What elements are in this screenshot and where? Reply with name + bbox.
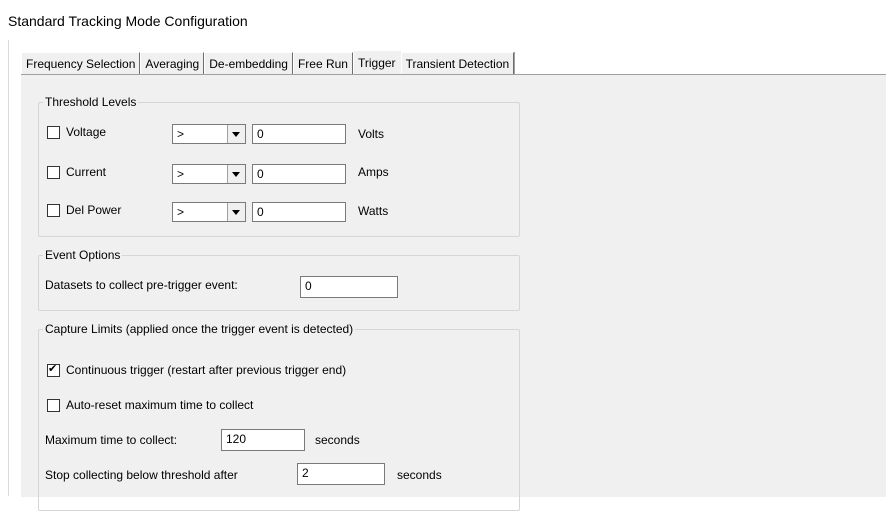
voltage-checkbox[interactable] [47,126,60,139]
voltage-value-input[interactable]: 0 [252,124,346,144]
chevron-down-icon[interactable] [227,165,245,183]
chevron-down-icon[interactable] [227,203,245,221]
max-time-value: 120 [226,432,247,446]
current-checkbox[interactable] [47,166,60,179]
max-time-unit: seconds [315,433,360,447]
tab-de-embedding[interactable]: De-embedding [204,52,293,75]
current-operator-value: > [177,167,185,181]
pretrigger-input[interactable]: 0 [300,276,398,298]
left-divider [8,40,9,496]
tab-frequency-selection[interactable]: Frequency Selection [21,52,141,75]
pretrigger-value: 0 [305,279,312,293]
threshold-levels-group: Threshold Levels Voltage > 0 Volts Curre… [38,95,520,237]
max-time-input[interactable]: 120 [221,429,305,451]
current-value: 0 [257,167,264,181]
auto-reset-label: Auto-reset maximum time to collect [66,398,254,412]
tab-free-run[interactable]: Free Run [292,52,353,75]
continuous-trigger-checkbox[interactable] [47,362,60,377]
del-power-label: Del Power [66,203,122,217]
continuous-trigger-label: Continuous trigger (restart after previo… [66,363,347,377]
pretrigger-label: Datasets to collect pre-trigger event: [45,278,238,292]
capture-limits-title: Capture Limits (applied once the trigger… [43,322,356,336]
current-label: Current [66,165,107,179]
voltage-unit: Volts [358,127,385,141]
window-title: Standard Tracking Mode Configuration [8,13,248,29]
del-power-value-input[interactable]: 0 [252,202,346,222]
del-power-checkbox[interactable] [47,204,60,217]
stop-collecting-label: Stop collecting below threshold after [45,468,238,482]
del-power-operator-value: > [177,205,185,219]
voltage-value: 0 [257,127,264,141]
tab-strip: Frequency Selection Averaging De-embeddi… [21,50,515,75]
tab-averaging[interactable]: Averaging [140,52,205,75]
threshold-levels-title: Threshold Levels [43,95,139,109]
stop-collecting-value: 2 [302,466,309,480]
capture-limits-group: Capture Limits (applied once the trigger… [38,322,520,511]
del-power-value: 0 [257,205,264,219]
current-value-input[interactable]: 0 [252,164,346,184]
chevron-down-icon[interactable] [227,125,245,143]
del-power-operator-select[interactable]: > [172,202,246,222]
voltage-label: Voltage [66,125,107,139]
voltage-operator-value: > [177,127,185,141]
event-options-group: Event Options Datasets to collect pre-tr… [38,248,520,311]
event-options-title: Event Options [43,248,123,262]
del-power-unit: Watts [358,204,389,218]
current-unit: Amps [358,165,389,179]
trigger-tab-panel: Threshold Levels Voltage > 0 Volts Curre… [21,74,886,511]
auto-reset-checkbox[interactable] [47,399,60,412]
current-operator-select[interactable]: > [172,164,246,184]
tab-trigger[interactable]: Trigger [352,50,401,75]
stop-collecting-unit: seconds [397,468,442,482]
voltage-operator-select[interactable]: > [172,124,246,144]
max-time-label: Maximum time to collect: [45,433,178,447]
stop-collecting-input[interactable]: 2 [297,463,385,485]
tab-transient-detection[interactable]: Transient Detection [400,52,515,75]
